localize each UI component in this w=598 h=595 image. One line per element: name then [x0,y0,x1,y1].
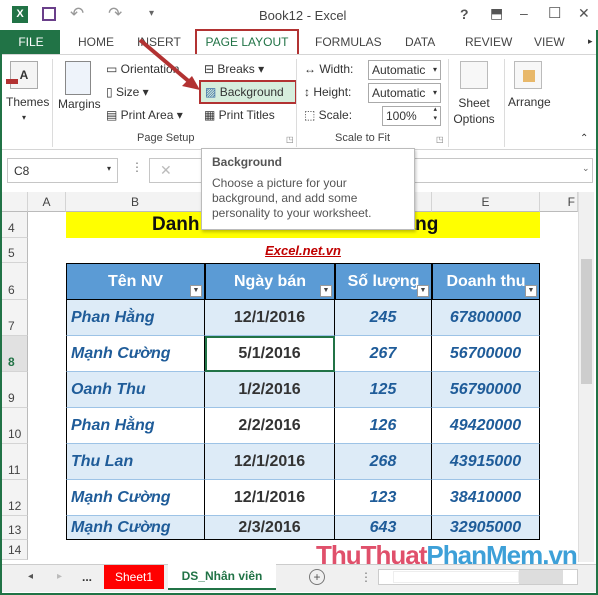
column-header-f[interactable]: F [540,192,578,212]
table-cell[interactable]: 56700000 [432,336,540,372]
more-sheets-button[interactable]: ... [82,570,92,584]
table-cell[interactable]: Phan Hằng [66,300,205,336]
column-header-e[interactable]: E [432,192,540,212]
excel-net-link[interactable]: Excel.net.vn [265,243,341,258]
row-header[interactable]: 9 [2,372,28,408]
header-label: Ngày bán [233,272,306,290]
table-cell[interactable]: 32905000 [432,516,540,540]
scroll-sheets-left-icon[interactable]: ◂ [28,571,33,582]
row-header[interactable]: 10 [2,408,28,444]
vertical-scrollbar[interactable] [578,192,594,562]
table-cell[interactable]: 268 [335,444,432,480]
table-cell[interactable]: 267 [335,336,432,372]
filter-dropdown-icon[interactable]: ▼ [320,285,332,297]
expand-formula-icon[interactable]: ⌄ [582,163,590,174]
table-cell[interactable]: 67800000 [432,300,540,336]
column-header-a[interactable]: A [28,192,66,212]
row-header[interactable]: 8 [2,336,28,372]
table-cell[interactable]: Mạnh Cường [66,516,205,540]
table-cell[interactable]: 126 [335,408,432,444]
background-tooltip: Background Choose a picture for your bac… [201,148,415,230]
table-cell[interactable]: 125 [335,372,432,408]
scroll-sheets-right-icon[interactable]: ▸ [57,571,62,582]
table-cell[interactable]: 2/2/2016 [205,408,335,444]
filter-dropdown-icon[interactable]: ▼ [190,285,202,297]
add-sheet-button[interactable]: + [309,569,325,585]
table-cell[interactable]: 245 [335,300,432,336]
table-cell[interactable]: 12/1/2016 [205,300,335,336]
row-header[interactable]: 6 [2,263,28,300]
row-header[interactable]: 11 [2,444,28,480]
table-header-cell[interactable]: Tên NV ▼ [66,263,205,300]
select-all-corner[interactable] [2,192,28,212]
table-cell[interactable]: 123 [335,480,432,516]
row-header[interactable]: 13 [2,516,28,540]
label: Sheet1 [114,570,154,584]
table-header-cell[interactable]: Doanh thu ▼ [432,263,540,300]
row-header[interactable]: 4 [2,212,28,238]
scrollbar-track [519,570,563,584]
row-header[interactable]: 12 [2,480,28,516]
value: C8 [14,164,30,178]
name-box[interactable]: C8 ▾ [7,158,118,183]
scrollbar-thumb[interactable] [581,259,592,384]
row-header[interactable]: 14 [2,540,28,560]
table-cell[interactable]: Mạnh Cường [66,336,205,372]
sheet-tab-sheet1[interactable]: Sheet1 [104,565,164,589]
table-header-cell[interactable]: Số lượng ▼ [335,263,432,300]
more-options-icon: ⋮ [131,160,143,174]
table-cell[interactable]: 38410000 [432,480,540,516]
table-cell[interactable]: 49420000 [432,408,540,444]
header-label: Doanh thu [446,272,526,290]
worksheet-grid[interactable]: A B E F 4 5 6 7 8 9 10 11 12 13 14 Danh hàng E… [2,192,578,562]
chevron-down-icon: ▾ [106,164,111,173]
table-header-cell[interactable]: Ngày bán ▼ [205,263,335,300]
column-header-b[interactable]: B [66,192,205,212]
table-cell[interactable]: Thu Lan [66,444,205,480]
label: DS_Nhân viên [181,569,263,583]
selected-cell-c8[interactable]: 5/1/2016 [205,336,335,372]
row-header[interactable]: 5 [2,238,28,263]
filter-dropdown-icon[interactable]: ▼ [417,285,429,297]
sheet-tab-ds-nhan-vien[interactable]: DS_Nhân viên [168,564,276,590]
header-label: Tên NV [107,272,164,290]
table-cell[interactable]: 12/1/2016 [205,444,335,480]
table-cell[interactable]: 43915000 [432,444,540,480]
table-cell[interactable]: Oanh Thu [66,372,205,408]
table-cell[interactable]: 56790000 [432,372,540,408]
header-label: Số lượng [347,272,420,290]
table-cell[interactable]: 2/3/2016 [205,516,335,540]
link-cell[interactable]: Excel.net.vn [66,238,540,263]
row-header[interactable]: 7 [2,300,28,336]
sheet-title-left: Danh [152,214,200,235]
table-cell[interactable]: Phan Hằng [66,408,205,444]
table-cell[interactable]: Mạnh Cường [66,480,205,516]
tooltip-body: Choose a picture for your background, an… [212,176,372,220]
scrollbar-thumb[interactable] [393,571,519,583]
splitter-handle-icon[interactable]: ⋮ [360,570,372,584]
cancel-icon[interactable]: ✕ [160,162,172,179]
table-cell[interactable]: 1/2/2016 [205,372,335,408]
table-cell[interactable]: 12/1/2016 [205,480,335,516]
table-cell[interactable]: 643 [335,516,432,540]
filter-dropdown-icon[interactable]: ▼ [525,285,537,297]
tooltip-title: Background [212,155,283,169]
horizontal-scrollbar[interactable] [378,569,578,585]
